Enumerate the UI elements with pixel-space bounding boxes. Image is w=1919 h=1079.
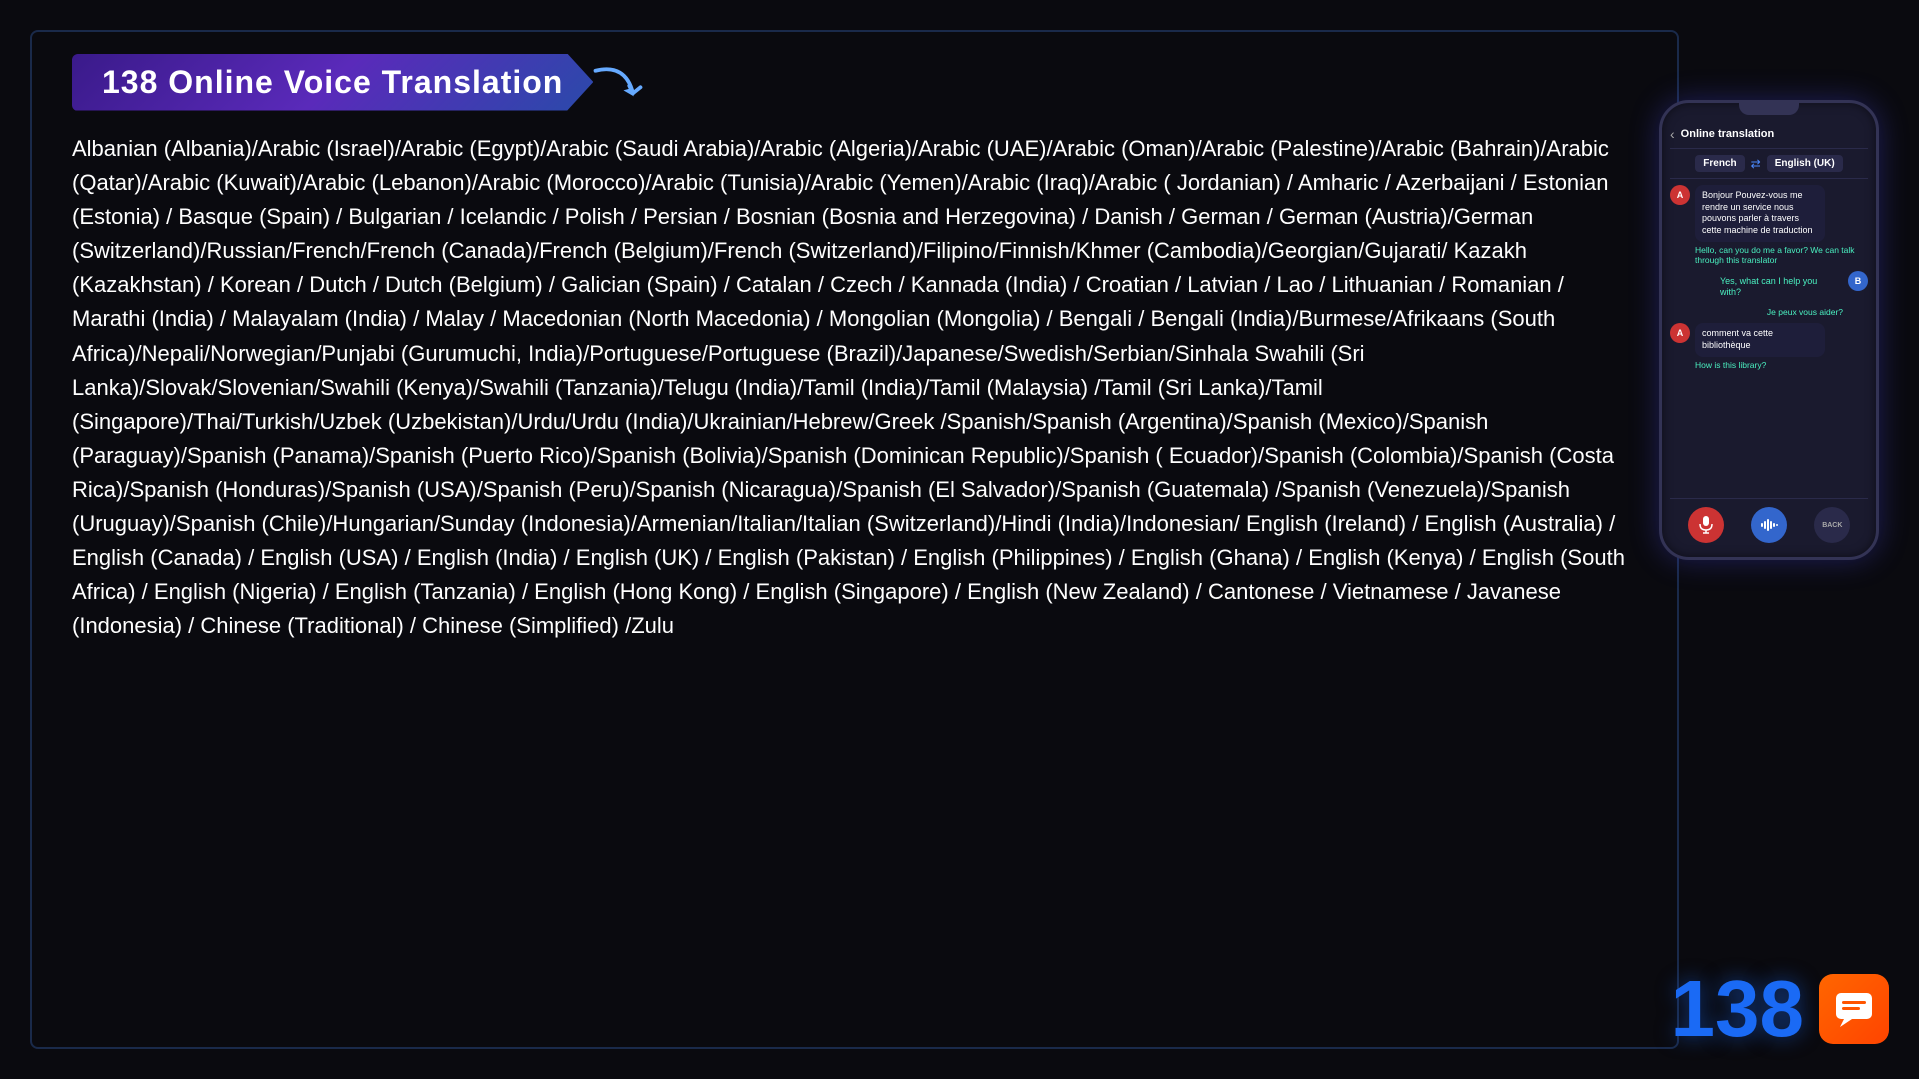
- target-language-button[interactable]: English (UK): [1767, 155, 1843, 172]
- chat-area: A Bonjour Pouvez-vous me rendre un servi…: [1670, 179, 1868, 498]
- phone-title: Online translation: [1681, 128, 1775, 140]
- phone-mockup: ‹ Online translation French ⇄ English (U…: [1659, 100, 1879, 560]
- back-chevron-icon[interactable]: ‹: [1670, 126, 1675, 142]
- avatar-b: B: [1848, 271, 1868, 291]
- phone-screen: ‹ Online translation French ⇄ English (U…: [1662, 115, 1876, 557]
- avatar-a-2: A: [1670, 323, 1690, 343]
- translated-1: Hello, can you do me a favor? We can tal…: [1695, 245, 1868, 265]
- chat-icon: [1819, 974, 1889, 1044]
- phone-notch: [1739, 103, 1799, 115]
- phone-header: ‹ Online translation: [1670, 120, 1868, 149]
- bubble-1: Bonjour Pouvez-vous me rendre un service…: [1695, 185, 1825, 242]
- wave-button[interactable]: [1751, 507, 1787, 543]
- swap-icon[interactable]: ⇄: [1751, 157, 1761, 171]
- message-row-2: Yes, what can I help you with? B: [1670, 271, 1868, 304]
- mic-button[interactable]: [1688, 507, 1724, 543]
- bubble-3: comment va cette bibliothèque: [1695, 323, 1825, 356]
- title-banner: 138 Online Voice Translation: [72, 52, 648, 112]
- phone-frame: ‹ Online translation French ⇄ English (U…: [1659, 100, 1879, 560]
- translated-3: How is this library?: [1695, 360, 1868, 370]
- bottom-badge: 138: [1671, 969, 1889, 1049]
- languages-list: Albanian (Albania)/Arabic (Israel)/Arabi…: [72, 132, 1637, 643]
- main-panel: 138 Online Voice Translation Albanian (A…: [30, 30, 1679, 1049]
- source-language-button[interactable]: French: [1695, 155, 1744, 172]
- phone-controls: BACK: [1670, 498, 1868, 547]
- message-row-1: A Bonjour Pouvez-vous me rendre un servi…: [1670, 185, 1868, 242]
- bubble-2: Yes, what can I help you with?: [1713, 271, 1843, 304]
- avatar-a: A: [1670, 185, 1690, 205]
- badge-number: 138: [1671, 969, 1804, 1049]
- language-selector: French ⇄ English (UK): [1670, 149, 1868, 179]
- app-title: 138 Online Voice Translation: [72, 54, 593, 111]
- back-button[interactable]: BACK: [1814, 507, 1850, 543]
- message-row-3: A comment va cette bibliothèque: [1670, 323, 1868, 356]
- arrow-icon: [588, 52, 648, 112]
- translated-2: Je peux vous aider?: [1670, 307, 1843, 317]
